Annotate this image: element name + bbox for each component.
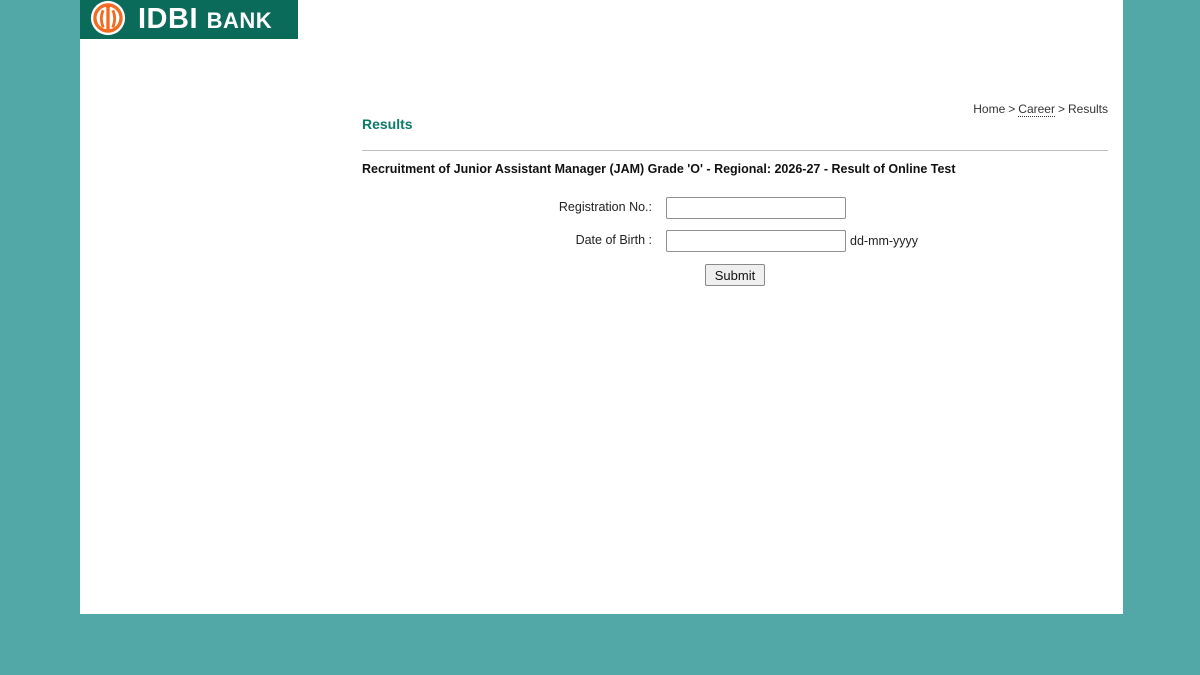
dob-format-hint: dd-mm-yyyy xyxy=(850,234,919,248)
logo-text-main: IDBI xyxy=(138,3,198,35)
dob-input[interactable] xyxy=(666,230,846,252)
idbi-bank-logo[interactable]: IDBI BANK xyxy=(80,0,298,39)
dob-label: Date of Birth : xyxy=(575,233,652,247)
dob-row: Date of Birth : dd-mm-yyyy xyxy=(362,230,1108,252)
breadcrumb: Home > Career > Results xyxy=(973,102,1108,117)
breadcrumb-separator: > xyxy=(1008,102,1016,116)
logo-text-sub: BANK xyxy=(206,8,273,33)
logo-wordmark: IDBI BANK xyxy=(138,2,272,38)
registration-row: Registration No.: xyxy=(362,197,1108,219)
page-title: Results xyxy=(362,116,413,132)
submit-button[interactable]: Submit xyxy=(705,264,765,286)
breadcrumb-career-link[interactable]: Career xyxy=(1018,102,1055,117)
idbi-emblem-icon xyxy=(90,0,126,36)
breadcrumb-current: Results xyxy=(1067,102,1108,116)
recruitment-subtitle: Recruitment of Junior Assistant Manager … xyxy=(362,162,956,176)
registration-input[interactable] xyxy=(666,197,846,219)
breadcrumb-home[interactable]: Home xyxy=(973,102,1005,116)
title-divider xyxy=(362,150,1108,151)
breadcrumb-separator: > xyxy=(1057,102,1065,116)
page-container: IDBI BANK Home > Career > Results Results Re… xyxy=(80,0,1123,614)
registration-label: Registration No.: xyxy=(558,200,652,214)
